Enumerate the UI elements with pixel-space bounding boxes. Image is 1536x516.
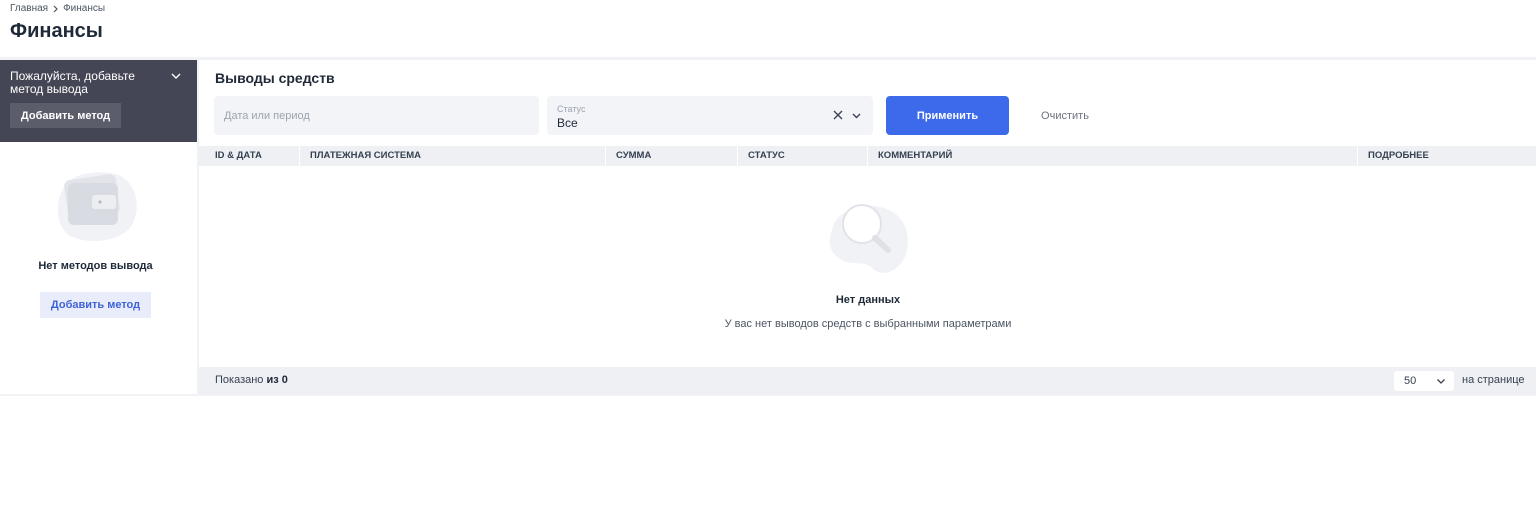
status-select-value: Все (557, 116, 578, 130)
panel-divider (197, 60, 199, 394)
shown-total: из 0 (266, 374, 288, 386)
status-select[interactable]: Статус Все (547, 96, 873, 135)
chevron-down-icon[interactable] (851, 110, 862, 121)
column-details[interactable]: ПОДРОБНЕЕ (1357, 146, 1536, 166)
wallet-icon (57, 172, 137, 241)
chevron-down-icon (1437, 379, 1445, 384)
bottom-divider (0, 394, 1536, 396)
per-page-label: на странице (1462, 374, 1525, 386)
per-page-value: 50 (1404, 375, 1417, 387)
clear-button[interactable]: Очистить (1022, 96, 1108, 135)
table-header: ID & ДАТА ПЛАТЕЖНАЯ СИСТЕМА СУММА СТАТУС… (199, 146, 1536, 166)
add-method-button[interactable]: Добавить метод (40, 292, 151, 318)
column-amount[interactable]: СУММА (605, 146, 737, 166)
add-method-prompt-text: Пожалуйста, добавьте метод вывода (10, 69, 135, 96)
per-page-select[interactable]: 50 (1394, 371, 1454, 391)
add-method-prompt-card: Пожалуйста, добавьте метод вывода Добави… (0, 60, 197, 142)
page-title: Финансы (10, 20, 103, 42)
shown-count: Показано из 0 (215, 374, 288, 386)
shown-prefix: Показано (215, 374, 264, 386)
date-range-placeholder: Дата или период (224, 109, 310, 122)
table-footer: Показано из 0 50 на странице (199, 367, 1536, 395)
column-comment[interactable]: КОММЕНТАРИЙ (867, 146, 1357, 166)
no-methods-text: Нет методов вывода (38, 260, 153, 272)
withdrawal-methods-panel: Пожалуйста, добавьте метод вывода Добави… (0, 60, 197, 394)
chevron-down-icon[interactable] (170, 70, 182, 82)
header-divider (0, 57, 1536, 60)
status-select-label: Статус (557, 104, 586, 114)
column-status[interactable]: СТАТУС (737, 146, 867, 166)
breadcrumb-current: Финансы (63, 3, 106, 14)
column-payment-system[interactable]: ПЛАТЕЖНАЯ СИСТЕМА (299, 146, 605, 166)
empty-state-title: Нет данных (835, 294, 901, 306)
empty-state-subtitle: У вас нет выводов средств с выбранными п… (724, 318, 1012, 330)
breadcrumb: Главная Финансы (10, 3, 105, 14)
add-method-prompt-button[interactable]: Добавить метод (10, 103, 121, 128)
magnifier-icon (829, 204, 908, 273)
close-icon[interactable] (832, 109, 844, 121)
chevron-right-icon (53, 5, 58, 12)
date-range-input[interactable]: Дата или период (214, 96, 539, 135)
column-id-date[interactable]: ID & ДАТА (199, 146, 299, 166)
apply-button[interactable]: Применить (886, 96, 1009, 135)
section-title: Выводы средств (215, 70, 335, 86)
breadcrumb-home[interactable]: Главная (10, 3, 48, 14)
